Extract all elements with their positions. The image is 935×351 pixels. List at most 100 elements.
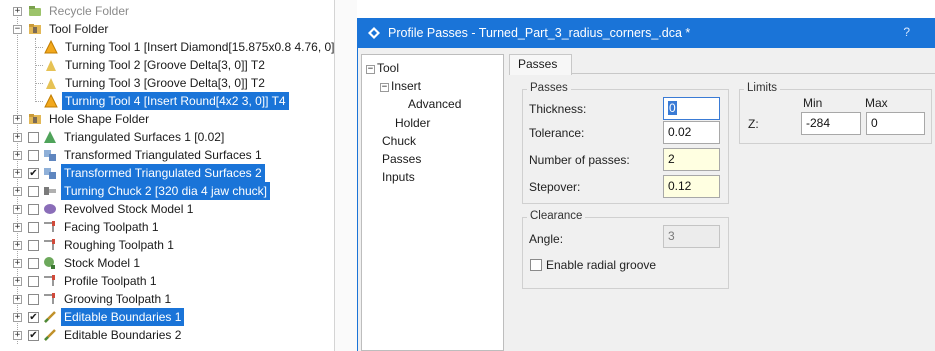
tree-item-grooving-toolpath-1[interactable]: Grooving Toolpath 1 [28,290,174,308]
expand-toggle[interactable]: + [13,313,22,322]
expand-toggle[interactable]: + [13,205,22,214]
nav-item-tool[interactable]: − Tool [366,60,399,76]
dialog-nav-tree: − Tool − Insert Advanced Holder Chuck Pass… [361,54,504,351]
visibility-checkbox[interactable] [28,275,39,287]
stock-model-icon [43,256,57,270]
expand-toggle[interactable]: + [13,223,22,232]
tree-item-label: Grooving Toolpath 1 [64,292,172,306]
tab-passes[interactable]: Passes [509,54,573,75]
expand-toggle[interactable]: + [13,241,22,250]
visibility-checkbox[interactable] [28,185,39,197]
tree-item-revolved-stock-model-1[interactable]: Revolved Stock Model 1 [28,200,196,218]
number-of-passes-input[interactable]: 2 [663,148,720,171]
nav-label: Tool [377,61,400,75]
min-header: Min [803,96,823,110]
tree-item-roughing-toolpath-1[interactable]: Roughing Toolpath 1 [28,236,177,254]
expand-toggle[interactable]: + [13,169,22,178]
enable-radial-groove-checkbox[interactable] [530,259,542,271]
nav-label: Inputs [382,170,415,184]
tab-strip: Passes [509,54,935,75]
nav-item-insert[interactable]: − Insert [380,78,421,94]
visibility-checkbox[interactable]: ✔ [28,311,39,323]
nav-label: Insert [391,79,422,93]
expand-toggle[interactable]: + [13,331,22,340]
visibility-checkbox[interactable]: ✔ [28,167,39,179]
visibility-checkbox[interactable]: ✔ [28,329,39,341]
expand-toggle[interactable]: + [13,295,22,304]
expand-toggle[interactable]: + [13,133,22,142]
visibility-checkbox[interactable] [28,149,39,161]
tree-item-turning-tool-1[interactable]: Turning Tool 1 [Insert Diamond[15.875x0.… [44,38,348,56]
profile-passes-dialog: Profile Passes - Turned_Part_3_radius_co… [357,18,935,351]
max-header: Max [865,96,888,110]
tree-item-turning-chuck-2[interactable]: Turning Chuck 2 [320 dia 4 jaw chuck] [28,182,270,200]
stepover-label: Stepover: [529,180,581,194]
nav-item-advanced[interactable]: Advanced [408,96,461,112]
tree-item-triangulated-surfaces-1[interactable]: Triangulated Surfaces 1 [0.02] [28,128,227,146]
nav-item-inputs[interactable]: Inputs [382,169,415,185]
tree-item-label: Transformed Triangulated Surfaces 2 [61,164,265,182]
expand-toggle[interactable]: + [13,115,22,124]
tree-item-label: Triangulated Surfaces 1 [0.02] [64,130,225,144]
visibility-checkbox[interactable] [28,293,39,305]
folder-icon [28,112,42,126]
tree-item-stock-model-1[interactable]: Stock Model 1 [28,254,143,272]
tree-item-label: Tool Folder [49,22,109,36]
nav-item-chuck[interactable]: Chuck [382,133,416,149]
tree-item-label: Stock Model 1 [64,256,141,270]
expand-toggle[interactable]: + [13,151,22,160]
tolerance-label: Tolerance: [529,126,585,140]
z-max-input[interactable]: 0 [866,112,925,135]
collapse-toggle[interactable]: − [380,83,389,92]
nav-item-holder[interactable]: Holder [395,115,430,131]
enable-radial-groove-label: Enable radial groove [546,258,657,272]
angle-input[interactable]: 3 [663,225,720,248]
expand-toggle[interactable]: + [13,259,22,268]
tree-item-label: Turning Tool 2 [Groove Delta[3, 0]] T2 [65,58,265,72]
tree-item-label: Facing Toolpath 1 [64,220,159,234]
expand-toggle[interactable]: + [13,277,22,286]
collapse-toggle[interactable]: − [13,25,22,34]
tolerance-input[interactable]: 0.02 [663,121,720,144]
tree-item-label: Editable Boundaries 2 [64,328,182,342]
explorer-tree: + Recycle Folder − Tool Folder Turning T… [0,0,345,351]
turning-tool-icon [44,76,58,90]
tree-item-turning-tool-3[interactable]: Turning Tool 3 [Groove Delta[3, 0]] T2 [44,74,268,92]
nav-item-passes[interactable]: Passes [382,151,421,167]
tree-item-facing-toolpath-1[interactable]: Facing Toolpath 1 [28,218,162,236]
z-label: Z: [748,117,759,131]
tree-item-label: Profile Toolpath 1 [64,274,157,288]
thickness-input[interactable]: 0 [663,97,720,120]
turning-tool-warning-icon [44,39,58,54]
group-title: Limits [744,82,781,94]
visibility-checkbox[interactable] [28,203,39,215]
tree-item-transformed-surfaces-2[interactable]: ✔ Transformed Triangulated Surfaces 2 [28,164,265,182]
tree-item-label: Transformed Triangulated Surfaces 1 [64,148,262,162]
toolpath-icon [43,292,57,306]
expand-toggle[interactable]: + [13,187,22,196]
tree-item-profile-toolpath-1[interactable]: Profile Toolpath 1 [28,272,160,290]
tree-item-turning-tool-4[interactable]: Turning Tool 4 [Insert Round[4x2 3, 0]] … [44,92,289,110]
nav-label: Chuck [382,134,417,148]
collapse-toggle[interactable]: − [366,65,375,74]
tree-item-hole-shape-folder[interactable]: Hole Shape Folder [28,110,152,128]
tree-item-recycle-folder[interactable]: Recycle Folder [28,2,132,20]
tree-item-transformed-surfaces-1[interactable]: Transformed Triangulated Surfaces 1 [28,146,265,164]
expand-toggle[interactable]: + [13,7,22,16]
stepover-input[interactable]: 0.12 [663,175,720,198]
tree-item-editable-boundaries-1[interactable]: ✔ Editable Boundaries 1 [28,308,185,326]
visibility-checkbox[interactable] [28,239,39,251]
toolpath-icon [43,220,57,234]
help-button[interactable]: ? [903,25,910,39]
tree-item-turning-tool-2[interactable]: Turning Tool 2 [Groove Delta[3, 0]] T2 [44,56,268,74]
nav-label: Holder [395,116,431,130]
tree-item-editable-boundaries-2[interactable]: ✔ Editable Boundaries 2 [28,326,184,344]
tree-item-tool-folder[interactable]: Tool Folder [28,20,111,38]
visibility-checkbox[interactable] [28,131,39,143]
chuck-icon [43,184,57,198]
visibility-checkbox[interactable] [28,257,39,269]
visibility-checkbox[interactable] [28,221,39,233]
z-min-input[interactable]: -284 [801,112,861,135]
dialog-title-bar[interactable]: Profile Passes - Turned_Part_3_radius_co… [358,18,935,48]
transformed-surface-icon [43,148,57,162]
